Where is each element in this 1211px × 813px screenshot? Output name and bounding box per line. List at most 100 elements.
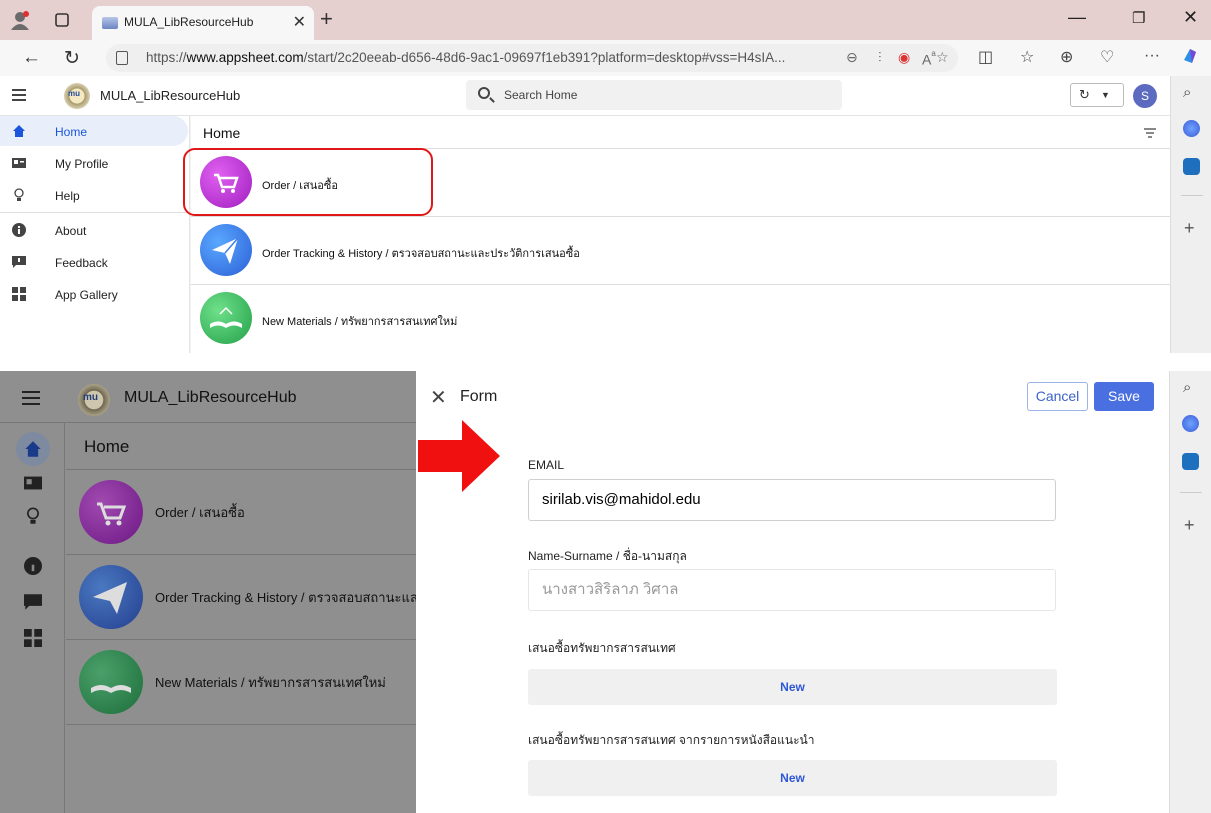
list-item-new-materials[interactable]: New Materials / ทรัพยากรสารสนเทศใหม่ [191, 284, 1170, 352]
favicon-icon [102, 17, 118, 29]
sidebar-item-about[interactable]: About [0, 215, 188, 245]
split-screen-icon[interactable]: ◫ [978, 47, 993, 67]
list-item-label: New Materials / ทรัพยากรสารสนเทศใหม่ [262, 316, 458, 328]
sidebar-item-label: My Profile [55, 157, 109, 171]
list-item-order[interactable]: Order / เสนอซื้อ [66, 469, 416, 553]
profile-icon[interactable] [10, 10, 30, 30]
profile-card-icon[interactable] [24, 474, 42, 492]
edge-divider [1181, 195, 1203, 196]
list-item-order-tracking[interactable]: Order Tracking & History / ตรวจสอบสถานะแ… [191, 216, 1170, 284]
feedback-icon[interactable] [24, 593, 42, 611]
copilot-icon[interactable] [1183, 120, 1200, 137]
profile-card-icon [12, 158, 26, 168]
list-item-order-tracking[interactable]: Order Tracking & History / ตรวจสอบสถานะแ… [66, 554, 418, 638]
sidebar-item-label: App Gallery [55, 288, 118, 302]
sidebar-item-help[interactable]: Help [0, 180, 188, 210]
avatar[interactable]: S [1133, 84, 1157, 108]
grid-icon [12, 287, 26, 301]
resource-request-label: เสนอซื้อทรัพยากรสารสนเทศ [528, 641, 676, 655]
tab-title: MULA_LibResourceHub [124, 15, 254, 29]
paper-plane-icon [79, 565, 143, 629]
sidebar-item-label: Home [55, 125, 88, 139]
new-resource-button[interactable]: New [528, 669, 1057, 705]
list-item-label: New Materials / ทรัพยากรสารสนเทศใหม่ [155, 675, 386, 690]
sidebar-item-my-profile[interactable]: My Profile [0, 148, 188, 178]
search-icon[interactable]: ⌕ [1183, 84, 1191, 101]
email-label: EMAIL [528, 458, 565, 472]
url-text: https://www.appsheet.com/start/2c20eeab-… [146, 50, 786, 65]
search-icon[interactable]: ⌕ [1183, 379, 1191, 396]
browser-tab[interactable]: MULA_LibResourceHub ✕ [92, 6, 314, 40]
tab-actions-icon[interactable] [52, 10, 72, 30]
sync-icon: ↻ [1079, 87, 1090, 102]
site-info-icon[interactable] [116, 51, 128, 65]
list-item-new-materials[interactable]: New Materials / ทรัพยากรสารสนเทศใหม่ [66, 639, 416, 723]
home-icon [13, 125, 25, 137]
new-recommended-button[interactable]: New [528, 760, 1057, 796]
menu-icon[interactable] [22, 391, 40, 409]
cancel-button[interactable]: Cancel [1027, 382, 1088, 411]
menu-icon[interactable] [12, 89, 26, 104]
browser-window-top: MULA_LibResourceHub ✕ + — ❐ ✕ ← ↻ https:… [0, 0, 1211, 353]
sidebar: Home My Profile Help About Feedback App … [0, 116, 190, 353]
separator [0, 353, 1211, 371]
browser-essentials-icon[interactable]: ♡ [1100, 47, 1114, 67]
new-tab-icon[interactable]: + [320, 6, 333, 32]
name-surname-label: Name-Surname / ชื่อ-นามสกุล [528, 549, 687, 563]
favorites-icon[interactable]: ☆ [1020, 47, 1034, 67]
email-field[interactable]: sirilab.vis@mahidol.edu [528, 479, 1056, 521]
form-screenshot: mu MULA_LibResourceHub Home Order / เสนอ… [0, 371, 1211, 813]
page-title: Home [84, 437, 130, 456]
name-surname-field[interactable]: นางสาวสิริลาภ วิศาล [528, 569, 1056, 611]
close-window-icon[interactable]: ✕ [1183, 7, 1198, 28]
add-icon[interactable]: + [1184, 515, 1195, 536]
search-input[interactable]: Search Home [466, 80, 842, 110]
edge-divider [1180, 492, 1202, 493]
sidebar-item-app-gallery[interactable]: App Gallery [0, 279, 188, 309]
search-icon [478, 87, 490, 99]
app-name: MULA_LibResourceHub [124, 389, 297, 406]
chevron-down-icon[interactable]: ▼ [1101, 90, 1110, 100]
url-field[interactable]: https://www.appsheet.com/start/2c20eeab-… [106, 44, 958, 72]
outlook-icon[interactable] [1182, 453, 1199, 470]
page-title: Home [203, 125, 241, 141]
sync-button[interactable]: ↻ ▼ [1070, 83, 1124, 107]
info-icon[interactable] [24, 557, 42, 575]
search-placeholder: Search Home [504, 88, 578, 102]
app-header: mu MULA_LibResourceHub Search Home ↻ ▼ S [0, 76, 1170, 116]
grid-icon[interactable] [24, 629, 42, 647]
blocked-popup-icon[interactable]: ◉ [898, 49, 910, 66]
copilot-icon[interactable] [1182, 415, 1199, 432]
minimize-icon[interactable]: — [1068, 7, 1086, 28]
sidebar-item-feedback[interactable]: Feedback [0, 247, 188, 277]
feedback-icon [12, 256, 26, 268]
sidebar-item-label: Help [55, 189, 80, 203]
app-name: MULA_LibResourceHub [100, 88, 241, 103]
close-icon[interactable]: ✕ [430, 385, 447, 410]
edge-sidebar: ⌕ + [1170, 76, 1211, 353]
outlook-icon[interactable] [1183, 158, 1200, 175]
sidebar-item-home[interactable]: Home [0, 116, 188, 146]
back-icon[interactable]: ← [22, 47, 41, 69]
sidebar-divider [0, 212, 188, 213]
refresh-icon[interactable]: ↻ [64, 47, 80, 70]
app-logo: mu [64, 83, 90, 109]
filter-icon[interactable] [1144, 128, 1156, 140]
red-arrow-annotation [418, 420, 500, 492]
lightbulb-icon[interactable] [24, 507, 42, 525]
home-icon[interactable] [24, 440, 42, 458]
add-icon[interactable]: + [1184, 218, 1195, 239]
restore-icon[interactable]: ❐ [1132, 9, 1145, 27]
list-item-label: Order Tracking & History / ตรวจสอบสถานะแ… [155, 590, 418, 605]
form-panel: ✕ Form Cancel Save EMAIL sirilab.vis@mah… [416, 371, 1169, 813]
copilot-icon[interactable] [1180, 46, 1200, 71]
zoom-icon[interactable]: ⊖ [846, 49, 858, 66]
read-aloud-icon[interactable]: Aᵃ [922, 49, 936, 68]
tracking-icon[interactable]: ⫶ [878, 49, 882, 66]
more-icon[interactable]: ··· [1144, 47, 1160, 65]
close-tab-icon[interactable]: ✕ [293, 12, 306, 32]
save-button[interactable]: Save [1094, 382, 1154, 411]
info-icon [12, 223, 26, 237]
favorite-star-icon[interactable]: ☆ [936, 49, 949, 66]
collections-icon[interactable]: ⊕ [1060, 47, 1073, 67]
